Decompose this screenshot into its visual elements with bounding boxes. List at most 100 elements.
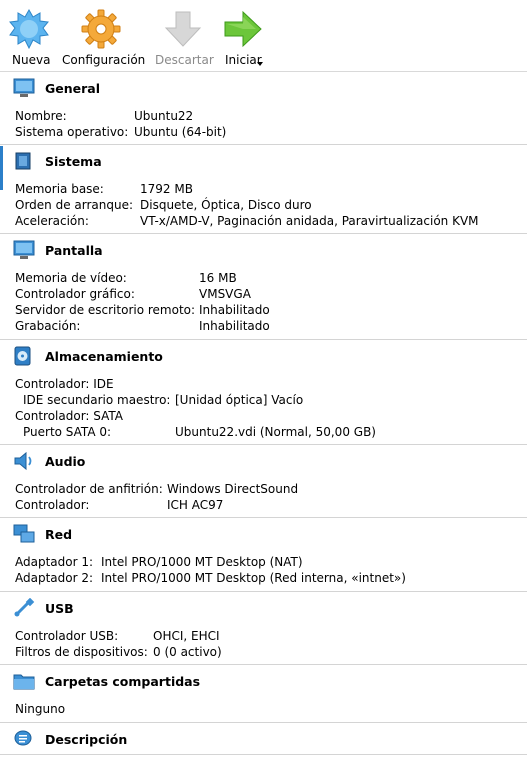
section-title: Pantalla (45, 243, 103, 258)
detail-key: Adaptador 2: (15, 571, 94, 585)
detail-row: Memoria de vídeo: 16 MB (15, 270, 527, 286)
detail-value: Windows DirectSound (167, 482, 299, 496)
start-button[interactable]: Iniciar (222, 0, 264, 70)
discard-label: Descartar (155, 53, 214, 67)
detail-value: VMSVGA (199, 287, 251, 301)
detail-key: Controlador: IDE (15, 377, 114, 391)
detail-value: VT-x/AMD-V, Paginación anidada, Paravirt… (140, 214, 479, 228)
section-storage: Almacenamiento Controlador: IDE IDE secu… (0, 340, 527, 445)
detail-key: Orden de arranque: (15, 198, 134, 212)
detail-key: IDE secundario maestro: (23, 393, 171, 407)
detail-value: OHCI, EHCI (153, 629, 220, 643)
speech-bubble-icon (14, 730, 32, 746)
detail-row: Filtros de dispositivos: 0 (0 activo) (15, 644, 527, 660)
section-title: Red (45, 527, 73, 542)
section-title: USB (45, 601, 74, 616)
detail-key: Controlador: SATA (15, 409, 123, 423)
detail-row: Sistema operativo: Ubuntu (64-bit) (15, 124, 527, 140)
detail-row: Nombre: Ubuntu22 (15, 108, 527, 124)
detail-value: 0 (0 activo) (153, 645, 222, 659)
detail-row: Memoria base: 1792 MB (15, 181, 527, 197)
detail-value: Ubuntu (64-bit) (134, 125, 227, 139)
detail-value: ICH AC97 (167, 498, 224, 512)
section-network-header[interactable]: Red (0, 518, 527, 544)
gear-icon (81, 9, 121, 49)
detail-key: Memoria de vídeo: (15, 271, 127, 285)
monitor-icon (13, 78, 35, 97)
network-icon (13, 524, 35, 543)
section-general: General Nombre: Ubuntu22 Sistema operati… (0, 72, 527, 145)
settings-button[interactable]: Configuración (62, 0, 145, 70)
start-dropdown-caret-icon[interactable] (257, 62, 263, 66)
section-system-header[interactable]: Sistema (0, 145, 527, 171)
detail-value: Intel PRO/1000 MT Desktop (Red interna, … (101, 571, 406, 585)
toolbar: Nueva Configuración Descartar Iniciar (0, 0, 527, 72)
detail-key: Aceleración: (15, 214, 89, 228)
detail-key: Ninguno (15, 702, 66, 716)
section-title: Audio (45, 454, 86, 469)
section-display-header[interactable]: Pantalla (0, 234, 527, 260)
detail-key: Controlador de anfitrión: (15, 482, 163, 496)
detail-value: [Unidad óptica] Vacío (175, 393, 304, 407)
section-shared-folders-header[interactable]: Carpetas compartidas (0, 665, 527, 691)
new-starburst-icon (9, 9, 49, 49)
detail-key: Sistema operativo: (15, 125, 129, 139)
section-system: Sistema Memoria base: 1792 MB Orden de a… (0, 145, 527, 234)
detail-row: Controlador gráfico: VMSVGA (15, 286, 527, 302)
detail-key: Memoria base: (15, 182, 104, 196)
detail-row: Grabación: Inhabilitado (15, 318, 527, 334)
detail-value: Ubuntu22 (134, 109, 194, 123)
settings-label: Configuración (62, 53, 146, 67)
section-storage-header[interactable]: Almacenamiento (0, 340, 527, 366)
display-icon (13, 240, 35, 259)
detail-value: Inhabilitado (199, 319, 270, 333)
detail-row: Aceleración: VT-x/AMD-V, Paginación anid… (15, 213, 527, 229)
usb-icon (14, 598, 35, 617)
section-title: Sistema (45, 154, 102, 169)
section-description-header[interactable]: Descripción (0, 723, 527, 749)
detail-row: Controlador: ICH AC97 (15, 497, 527, 513)
section-network: Red Adaptador 1: Intel PRO/1000 MT Deskt… (0, 518, 527, 592)
section-title: Carpetas compartidas (45, 674, 201, 689)
detail-key: Puerto SATA 0: (23, 425, 112, 439)
storage-disk-icon (14, 346, 31, 366)
speaker-icon (14, 451, 32, 471)
detail-value: 16 MB (199, 271, 237, 285)
detail-key: Controlador: (15, 498, 90, 512)
detail-row: Puerto SATA 0: Ubuntu22.vdi (Normal, 50,… (15, 424, 527, 440)
start-arrow-right-icon (224, 10, 262, 48)
detail-row: Ninguno (15, 701, 527, 717)
section-title: Descripción (45, 732, 128, 747)
section-title: General (45, 81, 100, 96)
section-audio-header[interactable]: Audio (0, 445, 527, 471)
detail-row: IDE secundario maestro: [Unidad óptica] … (15, 392, 527, 408)
section-title: Almacenamiento (45, 349, 163, 364)
detail-key: Adaptador 1: (15, 555, 94, 569)
detail-value: Ubuntu22.vdi (Normal, 50,00 GB) (175, 425, 376, 439)
detail-value: Disquete, Óptica, Disco duro (140, 198, 312, 212)
detail-key: Filtros de dispositivos: (15, 645, 148, 659)
detail-key: Controlador USB: (15, 629, 119, 643)
detail-row: Adaptador 1: Intel PRO/1000 MT Desktop (… (15, 554, 527, 570)
detail-value: Inhabilitado (199, 303, 270, 317)
section-usb: USB Controlador USB: OHCI, EHCI Filtros … (0, 592, 527, 665)
detail-row: Adaptador 2: Intel PRO/1000 MT Desktop (… (15, 570, 527, 586)
section-audio: Audio Controlador de anfitrión: Windows … (0, 445, 527, 518)
detail-row: Orden de arranque: Disquete, Óptica, Dis… (15, 197, 527, 213)
new-label: Nueva (12, 53, 51, 67)
detail-key: Grabación: (15, 319, 81, 333)
detail-row: Controlador USB: OHCI, EHCI (15, 628, 527, 644)
discard-button[interactable]: Descartar (155, 0, 214, 70)
detail-value: Intel PRO/1000 MT Desktop (NAT) (101, 555, 303, 569)
detail-value: 1792 MB (140, 182, 193, 196)
detail-row: Controlador: SATA (15, 408, 527, 424)
detail-key: Nombre: (15, 109, 67, 123)
discard-arrow-down-icon (164, 11, 202, 47)
new-button[interactable]: Nueva (8, 0, 50, 70)
section-usb-header[interactable]: USB (0, 592, 527, 618)
detail-row: Controlador: IDE (15, 376, 527, 392)
section-general-header[interactable]: General (0, 72, 527, 98)
chip-icon (15, 152, 31, 170)
detail-row: Controlador de anfitrión: Windows Direct… (15, 481, 527, 497)
folder-icon (13, 674, 35, 690)
